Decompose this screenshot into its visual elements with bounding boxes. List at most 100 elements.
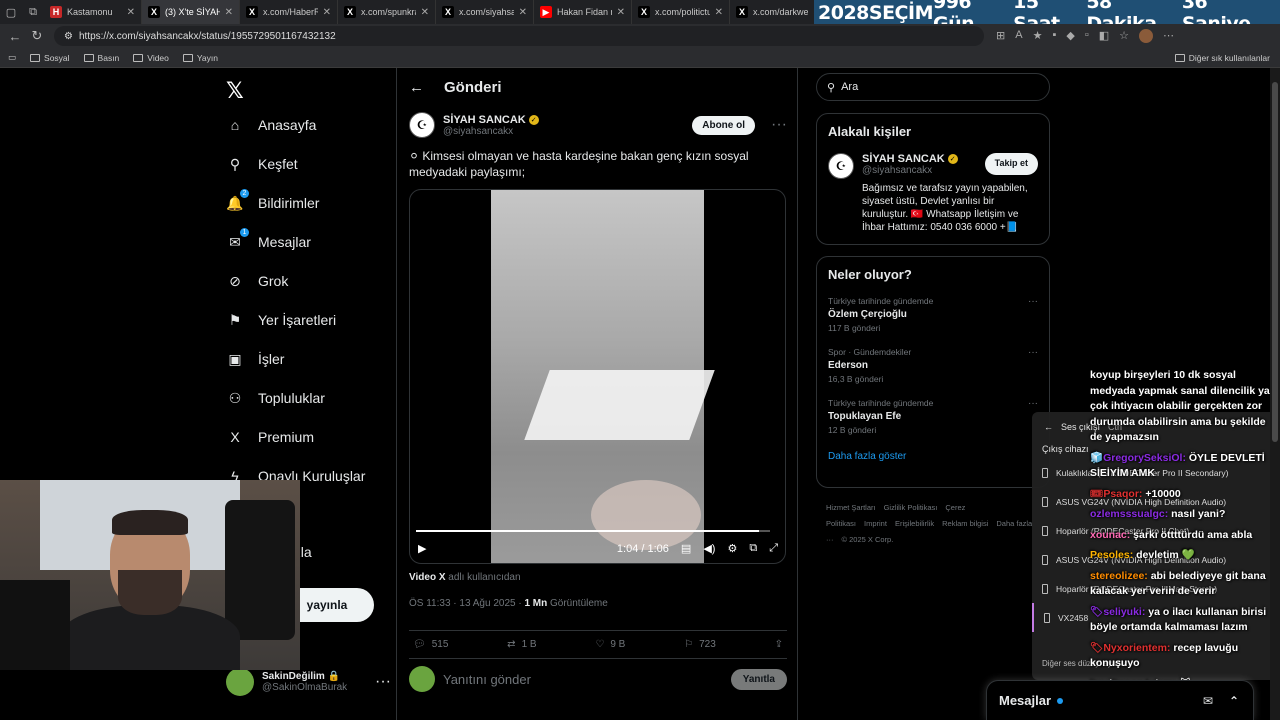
repost-action[interactable]: ⇄ 1 B bbox=[507, 639, 536, 650]
author-name[interactable]: SİYAH SANCAK ✓ bbox=[443, 114, 539, 126]
close-icon[interactable]: ✕ bbox=[421, 7, 429, 18]
video-player[interactable]: ▶ 1:04 / 1:06 ▤ ◀) ⚙ ⧉ ⤢ bbox=[409, 189, 786, 564]
translate-icon[interactable]: ⊞ bbox=[996, 29, 1005, 43]
nav-item-premium[interactable]: X Premium bbox=[226, 428, 314, 446]
reload-icon[interactable]: ↻ bbox=[26, 28, 48, 44]
author-handle[interactable]: @siyahsancakx bbox=[443, 126, 539, 137]
back-icon[interactable]: ← bbox=[4, 29, 26, 44]
related-name[interactable]: SİYAH SANCAK ✓ bbox=[862, 153, 958, 165]
read-aloud-icon[interactable]: A bbox=[1015, 29, 1022, 43]
close-icon[interactable]: ✕ bbox=[323, 7, 331, 18]
extension-icon[interactable]: ◆ bbox=[1066, 29, 1074, 43]
fullscreen-icon[interactable]: ⤢ bbox=[769, 542, 778, 555]
bookmark-folder-sosyal[interactable]: Sosyal bbox=[30, 53, 70, 63]
page-scrollbar[interactable] bbox=[1270, 68, 1280, 720]
subscribe-button[interactable]: Abone ol bbox=[692, 115, 756, 135]
nav-item-yer-i-şaretleri[interactable]: ⚑ Yer İşaretleri bbox=[226, 311, 336, 329]
browser-tab[interactable]: H Kastamonu ✕ bbox=[44, 0, 142, 24]
other-bookmarks[interactable]: Diğer sık kullanılanlar bbox=[1174, 53, 1270, 63]
tweet-timestamp[interactable]: ÖS 11:33 · 13 Ağu 2025 · bbox=[409, 598, 524, 609]
more-options-icon[interactable]: ··· bbox=[771, 116, 787, 134]
tab-actions-icon[interactable]: ⧉ bbox=[22, 1, 44, 23]
video-source-user[interactable]: Video X bbox=[409, 572, 446, 583]
messages-drawer[interactable]: Mesajlar ✉ ⌃ bbox=[986, 680, 1254, 720]
collections-icon[interactable]: ◧ bbox=[1099, 29, 1109, 43]
profile-avatar[interactable] bbox=[1139, 29, 1153, 43]
footer-link[interactable]: Imprint bbox=[864, 519, 887, 528]
extension-icon[interactable]: ▪ bbox=[1052, 29, 1056, 43]
expand-icon[interactable]: ⌃ bbox=[1229, 694, 1239, 708]
back-arrow-icon[interactable]: ← bbox=[409, 79, 424, 96]
search-input[interactable]: ⚲ Ara bbox=[816, 73, 1050, 101]
related-avatar[interactable]: ☪ bbox=[828, 153, 854, 179]
follow-button[interactable]: Takip et bbox=[984, 153, 1038, 175]
url-field[interactable]: ⚙ https://x.com/siyahsancakx/status/1955… bbox=[54, 26, 984, 46]
more-options-icon[interactable]: ··· bbox=[1028, 347, 1038, 358]
like-action[interactable]: ♡ 9 B bbox=[595, 639, 625, 650]
pip-icon[interactable]: ⧉ bbox=[749, 542, 757, 555]
close-icon[interactable]: ✕ bbox=[519, 7, 527, 18]
chat-message: 🏷Nyxorientem: recep lavuğu konuşuyo bbox=[1090, 641, 1276, 672]
x-logo-icon[interactable]: 𝕏 bbox=[226, 78, 244, 104]
close-icon[interactable]: ✕ bbox=[617, 7, 625, 18]
favorites-icon[interactable]: ☆ bbox=[1119, 29, 1129, 43]
volume-icon[interactable]: ◀) bbox=[703, 542, 715, 555]
footer-link[interactable]: © 2025 X Corp. bbox=[842, 535, 894, 544]
close-icon[interactable]: ✕ bbox=[225, 7, 233, 18]
settings-icon[interactable]: ⚙ bbox=[727, 542, 737, 555]
nav-item-bildirimler[interactable]: 🔔 2 Bildirimler bbox=[226, 189, 319, 212]
nav-item-topluluklar[interactable]: ⚇ Topluluklar bbox=[226, 389, 325, 407]
bookmark-app-icon[interactable]: ▭ bbox=[8, 52, 16, 63]
account-switcher[interactable]: SakinDeğilim 🔒 @SakinOlmaBurak ··· bbox=[226, 668, 391, 696]
more-options-icon[interactable]: ··· bbox=[1028, 296, 1038, 307]
trend-item[interactable]: Türkiye tarihinde gündemde Topuklayan Efe… bbox=[828, 398, 1038, 435]
site-info-icon[interactable]: ⚙ bbox=[64, 31, 73, 42]
nav-item-mesajlar[interactable]: ✉ 1 Mesajlar bbox=[226, 228, 311, 251]
browser-tab[interactable]: Xx.com/HaberRe ✕ bbox=[240, 0, 338, 24]
browser-tab[interactable]: Xx.com/spunkran ✕ bbox=[338, 0, 436, 24]
show-more-link[interactable]: Daha fazla göster bbox=[828, 451, 1038, 462]
menu-icon[interactable]: ⋯ bbox=[1163, 29, 1174, 43]
more-options-icon[interactable]: ··· bbox=[1028, 398, 1038, 409]
new-message-icon[interactable]: ✉ bbox=[1203, 694, 1213, 708]
bookmark-folder-video[interactable]: Video bbox=[133, 53, 169, 63]
close-icon[interactable]: ✕ bbox=[127, 7, 135, 18]
browser-tab[interactable]: X (3) X'te SİYAH S ✕ bbox=[142, 0, 240, 24]
more-icon[interactable]: ··· bbox=[375, 673, 391, 691]
trend-item[interactable]: Türkiye tarihinde gündemde Özlem Çerçioğl… bbox=[828, 296, 1038, 333]
trend-item[interactable]: Spor · Gündemdekiler Ederson 16,3 B gönder… bbox=[828, 347, 1038, 384]
related-handle[interactable]: @siyahsancakx bbox=[862, 165, 958, 176]
browser-tab[interactable]: Xx.com/siyahsanc ✕ bbox=[436, 0, 534, 24]
captions-icon[interactable]: ▤ bbox=[681, 542, 691, 555]
nav-item-i-şler[interactable]: ▣ İşler bbox=[226, 350, 284, 368]
bookmark-folder-basin[interactable]: Basın bbox=[83, 53, 119, 63]
nav-item-grok[interactable]: ⊘ Grok bbox=[226, 272, 288, 290]
close-icon[interactable]: ✕ bbox=[715, 7, 723, 18]
reply-input[interactable]: Yanıtını gönder bbox=[443, 672, 531, 687]
play-icon[interactable]: ▶ bbox=[418, 542, 426, 555]
window-menu-icon[interactable]: ▢ bbox=[0, 1, 22, 23]
related-person[interactable]: ☪ SİYAH SANCAK ✓ @siyahsancakx Takip et B… bbox=[828, 153, 1038, 234]
share-action[interactable]: ⇪ bbox=[775, 639, 783, 650]
nav-item-anasayfa[interactable]: ⌂ Anasayfa bbox=[226, 116, 317, 134]
author-avatar[interactable]: ☪ bbox=[409, 112, 435, 138]
scrollbar-thumb[interactable] bbox=[1272, 82, 1278, 442]
bookmark-action[interactable]: ⚐ 723 bbox=[684, 639, 716, 650]
reply-action[interactable]: 💬︎ 515 bbox=[413, 639, 448, 650]
reply-button[interactable]: Yanıtla bbox=[730, 668, 787, 690]
footer-link[interactable]: Gizlilik Politikası bbox=[884, 503, 938, 512]
star-icon[interactable]: ★ bbox=[1033, 29, 1043, 43]
browser-tab[interactable]: Xx.com/politictur ✕ bbox=[632, 0, 730, 24]
browser-tab[interactable]: ▶ Hakan Fidan m ✕ bbox=[534, 0, 632, 24]
tab-title: x.com/politictur bbox=[655, 7, 710, 17]
nav-item-keşfet[interactable]: ⚲ Keşfet bbox=[226, 155, 298, 173]
footer-link[interactable]: Hizmet Şartları bbox=[826, 503, 876, 512]
footer-link[interactable]: Reklam bilgisi bbox=[942, 519, 988, 528]
extension-icon[interactable]: ▫ bbox=[1085, 29, 1089, 43]
back-arrow-icon[interactable]: ← bbox=[1044, 422, 1053, 432]
avatar bbox=[226, 668, 254, 696]
bookmark-folder-yayin[interactable]: Yayın bbox=[182, 53, 218, 63]
footer-link[interactable]: Erişilebilirlik bbox=[895, 519, 934, 528]
folder-icon bbox=[133, 53, 144, 62]
video-progress-bar[interactable] bbox=[416, 530, 770, 532]
